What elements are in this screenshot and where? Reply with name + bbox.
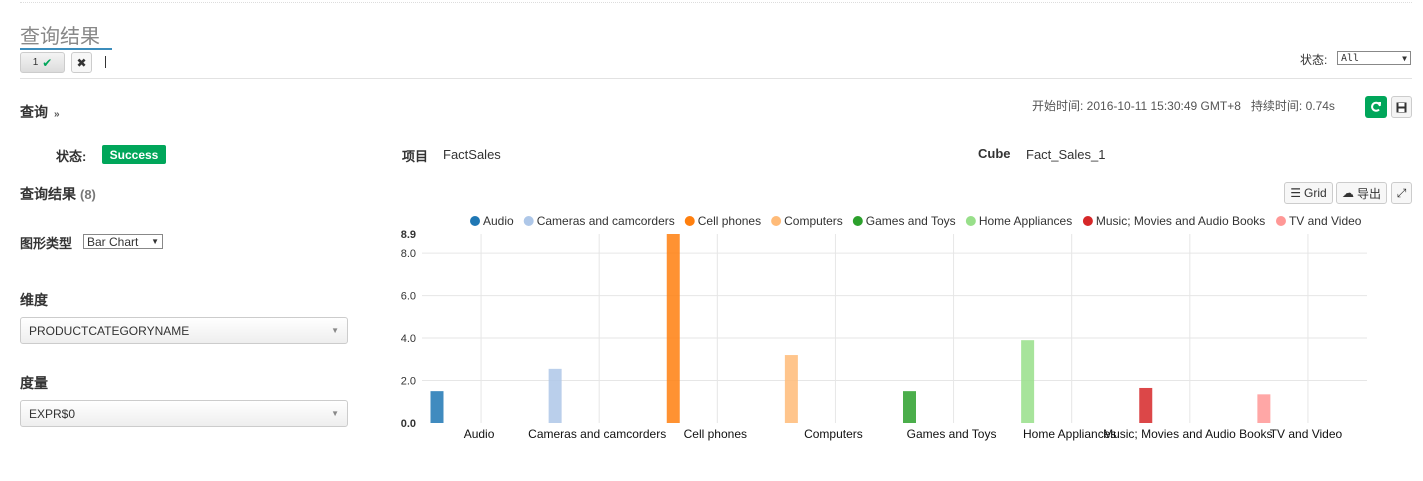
chart-type-select[interactable]: Bar Chart ▼ <box>83 234 163 249</box>
legend-entry: Games and Toys <box>866 214 956 228</box>
list-icon: ☰ <box>1290 186 1302 200</box>
legend-entry: Cameras and camcorders <box>537 214 675 228</box>
dimension-select[interactable]: PRODUCTCATEGORYNAME ▼ <box>20 317 348 344</box>
dimension-value: PRODUCTCATEGORYNAME <box>29 323 190 338</box>
bar-games-and-toys <box>903 391 916 423</box>
query-tab-1[interactable]: 1 ✔ <box>20 52 65 73</box>
x-tick-label: Computers <box>804 427 863 441</box>
status-label: 状态: <box>56 149 87 164</box>
top-divider <box>20 2 1412 3</box>
legend-marker <box>684 216 695 226</box>
x-tick-label: TV and Video <box>1270 427 1343 441</box>
fullscreen-button[interactable]: ⤢ <box>1391 182 1412 204</box>
grid-view-button[interactable]: ☰ Grid <box>1284 182 1333 204</box>
export-button[interactable]: ☁ 导出 <box>1336 182 1387 204</box>
cube-value: Fact_Sales_1 <box>1026 147 1106 162</box>
refresh-button[interactable] <box>1365 96 1387 118</box>
x-tick-label: Audio <box>464 427 495 441</box>
cloud-download-icon: ☁ <box>1341 186 1354 200</box>
project-value: FactSales <box>443 147 501 162</box>
dimension-label: 维度 <box>20 292 48 308</box>
legend-entry: Cell phones <box>698 214 761 228</box>
chevron-down-icon: ▼ <box>331 409 339 418</box>
header-divider <box>20 78 1412 79</box>
legend-marker <box>1275 216 1286 226</box>
query-timing: 开始时间: 2016-10-11 15:30:49 GMT+8 持续时间: 0.… <box>1032 97 1335 114</box>
bar-music-movies-and-audio-books <box>1139 387 1153 423</box>
chevron-down-icon: ▼ <box>331 326 339 335</box>
start-time: 开始时间: 2016-10-11 15:30:49 GMT+8 <box>1032 99 1241 113</box>
bar-chart: 0.0 2.0 4.0 6.0 8.0 8.9 Audio Cameras and camco… <box>401 214 1367 441</box>
status-filter-value: All <box>1341 52 1360 64</box>
bar-cameras-and-camcorders <box>548 368 562 423</box>
tab-number: 1 <box>32 57 39 68</box>
status-filter-label: 状态: <box>1300 53 1328 67</box>
results-title-text: 查询结果 <box>20 186 76 202</box>
y-tick-label: 8.9 <box>401 229 416 241</box>
export-button-label: 导出 <box>1356 186 1381 201</box>
title-underline <box>20 48 112 50</box>
bar-audio <box>430 391 444 423</box>
cube-label: Cube <box>978 146 1011 161</box>
close-icon: ✖ <box>76 55 87 70</box>
y-tick-label: 8.0 <box>401 248 416 260</box>
legend-marker <box>771 216 782 226</box>
y-tick-label: 4.0 <box>401 333 416 345</box>
legend-entry: Music; Movies and Audio Books <box>1096 214 1265 228</box>
bar-home-appliances <box>1021 340 1035 423</box>
chart-type-value: Bar Chart <box>87 234 139 249</box>
y-tick-label: 2.0 <box>401 376 416 388</box>
x-tick-label: Music; Movies and Audio Books <box>1103 427 1272 441</box>
bar-cell-phones <box>666 234 680 423</box>
double-chevron-down-icon: » <box>54 109 60 120</box>
legend-marker <box>965 216 976 226</box>
text-cursor <box>105 56 106 68</box>
y-tick-label: 0.0 <box>401 418 416 430</box>
legend-entry: Home Appliances <box>979 214 1072 228</box>
bar-computers <box>784 355 798 423</box>
measure-select[interactable]: EXPR$0 ▼ <box>20 400 348 427</box>
page-title: 查询结果 <box>20 24 100 48</box>
grid-button-label: Grid <box>1304 186 1327 200</box>
check-icon: ✔ <box>42 55 53 70</box>
legend-entry: TV and Video <box>1289 214 1362 228</box>
save-icon <box>1396 102 1407 112</box>
project-label: 项目 <box>402 149 429 164</box>
refresh-icon <box>1371 101 1381 112</box>
legend-entry: Audio <box>483 214 514 228</box>
status-filter-select[interactable]: All ▼ <box>1337 51 1411 65</box>
chevron-down-icon: ▼ <box>1402 53 1407 63</box>
measure-value: EXPR$0 <box>29 406 76 421</box>
status-badge: Success <box>102 145 166 164</box>
results-title: 查询结果 (8) <box>20 184 96 204</box>
measure-label: 度量 <box>20 375 48 391</box>
x-tick-label: Cameras and camcorders <box>528 427 666 441</box>
expand-icon: ⤢ <box>1396 185 1407 200</box>
chart-type-label: 图形类型 <box>20 236 73 251</box>
bar-tv-and-video <box>1257 394 1271 423</box>
legend-marker <box>470 216 480 226</box>
duration: 持续时间: 0.74s <box>1250 99 1335 113</box>
legend-marker <box>1082 216 1093 226</box>
results-count: (8) <box>80 187 96 202</box>
query-section-toggle[interactable]: 查询 » <box>20 102 60 122</box>
x-tick-label: Cell phones <box>684 427 747 441</box>
query-section-title: 查询 <box>20 104 48 120</box>
y-tick-label: 6.0 <box>401 291 416 303</box>
legend-marker <box>523 216 534 226</box>
x-tick-label: Games and Toys <box>907 427 997 441</box>
save-button[interactable] <box>1391 96 1412 118</box>
chevron-down-icon: ▼ <box>151 237 159 246</box>
legend-entry: Computers <box>784 214 843 228</box>
legend-marker <box>852 216 863 226</box>
close-tab-button[interactable]: ✖ <box>71 52 92 73</box>
